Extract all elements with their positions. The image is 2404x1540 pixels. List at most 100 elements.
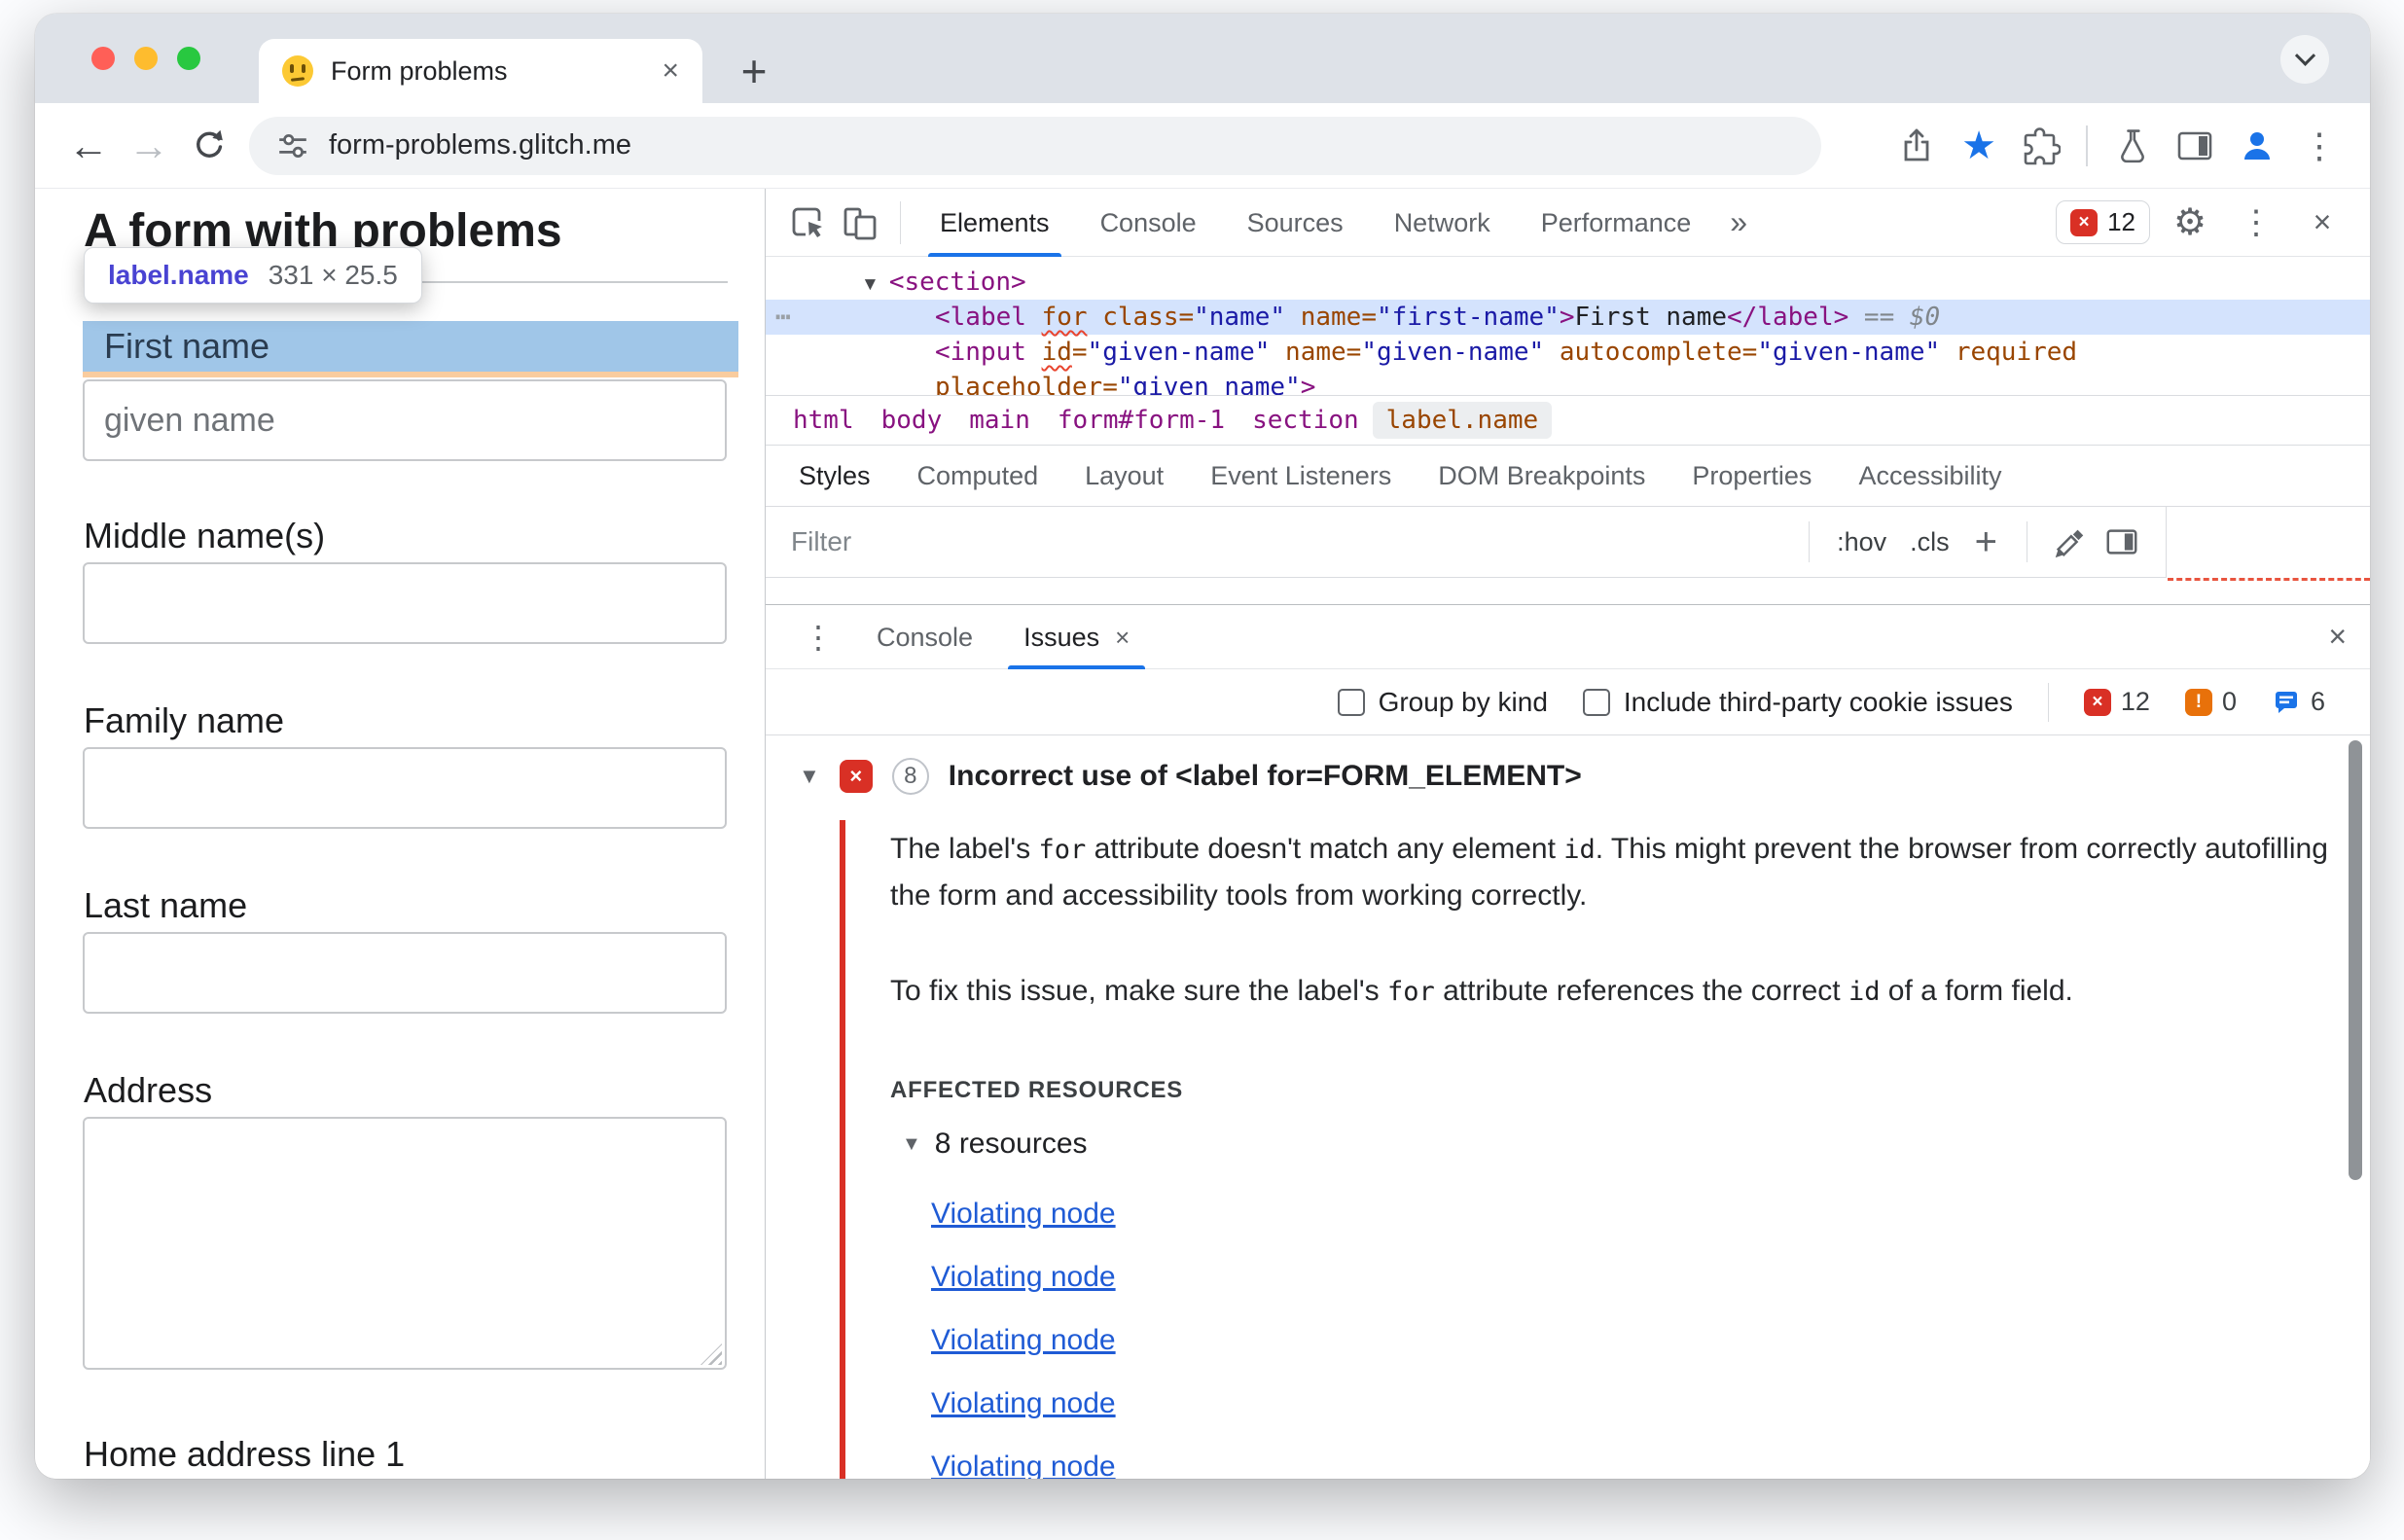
drawer-tab-console[interactable]: Console <box>851 605 998 669</box>
error-icon: × <box>2070 208 2099 236</box>
rendering-emulation-button[interactable] <box>2043 516 2096 568</box>
tab-dom-breakpoints[interactable]: DOM Breakpoints <box>1415 461 1668 491</box>
share-button[interactable] <box>1889 119 1944 173</box>
browser-tab[interactable]: Form problems × <box>259 39 702 103</box>
elements-tree: ▼ <section> ⋯ <label for class="name" nam… <box>766 257 2370 395</box>
issue-occurrence-badge: 8 <box>891 758 929 795</box>
more-tabs-button[interactable]: » <box>1716 204 1761 240</box>
element-classes-button[interactable]: .cls <box>1898 527 1961 557</box>
tree-row-section[interactable]: ▼ <section> <box>766 265 2370 300</box>
devtools-drawer: ⋮ Console Issues × × Group by kind Includ… <box>766 604 2370 1479</box>
given-name-input[interactable] <box>83 379 727 461</box>
tab-properties[interactable]: Properties <box>1668 461 1835 491</box>
breadcrumb-item-html[interactable]: html <box>779 402 868 439</box>
zoom-window-button[interactable] <box>177 47 200 70</box>
tree-row-input-continued[interactable]: placeholder="given name"> <box>766 370 2370 395</box>
tab-console[interactable]: Console <box>1075 189 1222 257</box>
issue-title[interactable]: Incorrect use of <label for=FORM_ELEMENT… <box>949 760 1582 793</box>
browser-window: Form problems × + ← → form-problems.glit… <box>35 14 2370 1479</box>
tab-sources[interactable]: Sources <box>1222 189 1369 257</box>
family-name-input[interactable] <box>83 747 727 829</box>
resources-toggle[interactable]: ▼ 8 resources <box>902 1128 1088 1161</box>
issue-expand-icon[interactable]: ▼ <box>799 764 820 789</box>
back-button[interactable]: ← <box>58 116 119 176</box>
close-issues-tab-icon[interactable]: × <box>1115 605 1130 669</box>
third-party-cookie-checkbox[interactable]: Include third-party cookie issues <box>1582 687 2013 718</box>
violating-node-link[interactable]: Violating node <box>931 1198 1116 1231</box>
message-count: 6 <box>2272 687 2325 717</box>
inspect-margin-highlight <box>83 372 738 377</box>
tab-search-button[interactable] <box>2280 35 2329 84</box>
bookmark-star-icon[interactable]: ★ <box>1952 119 2006 173</box>
violating-node-link[interactable]: Violating node <box>931 1450 1116 1479</box>
breadcrumb-item-label[interactable]: label.name <box>1372 402 1553 439</box>
profile-avatar[interactable] <box>2230 119 2284 173</box>
url-text: form-problems.glitch.me <box>329 129 632 161</box>
filter-divider <box>1809 521 1811 562</box>
expand-arrow-icon[interactable]: ▼ <box>861 274 879 295</box>
issues-counter-button[interactable]: × 12 <box>2056 200 2150 244</box>
drawer-tab-bar: ⋮ Console Issues × × <box>766 605 2370 669</box>
more-actions-icon[interactable]: ⋯ <box>775 300 793 335</box>
middle-name-input[interactable] <box>83 562 727 644</box>
styles-filter-input[interactable] <box>766 526 1794 557</box>
tab-close-icon[interactable]: × <box>662 56 679 86</box>
tab-layout[interactable]: Layout <box>1061 461 1187 491</box>
tab-event-listeners[interactable]: Event Listeners <box>1187 461 1415 491</box>
experiments-button[interactable] <box>2105 119 2160 173</box>
tree-row-input[interactable]: <input id="given-name" name="given-name"… <box>766 335 2370 370</box>
checkbox-icon[interactable] <box>1337 688 1365 716</box>
issues-count: 12 <box>2107 207 2135 236</box>
close-devtools-button[interactable]: × <box>2296 197 2349 249</box>
tab-computed[interactable]: Computed <box>894 461 1062 491</box>
devtools-menu-button[interactable]: ⋮ <box>2230 197 2282 249</box>
drawer-tab-issues[interactable]: Issues × <box>998 605 1155 669</box>
message-bubble-icon <box>2275 691 2297 713</box>
toolbar-divider <box>2047 682 2049 722</box>
address-textarea[interactable] <box>83 1117 727 1370</box>
extensions-button[interactable] <box>2014 119 2068 173</box>
issue-header[interactable]: ▼ × 8 Incorrect use of <label for=FORM_E… <box>799 758 1582 795</box>
violating-node-link[interactable]: Violating node <box>931 1324 1116 1357</box>
browser-toolbar: ← → form-problems.glitch.me ★ ⋮ <box>35 103 2370 189</box>
tab-elements[interactable]: Elements <box>915 189 1075 257</box>
browser-menu-button[interactable]: ⋮ <box>2292 119 2347 173</box>
tab-accessibility[interactable]: Accessibility <box>1835 461 2025 491</box>
last-name-input[interactable] <box>83 932 727 1014</box>
tab-styles[interactable]: Styles <box>775 461 894 491</box>
resources-expand-icon[interactable]: ▼ <box>902 1133 921 1156</box>
checkbox-icon[interactable] <box>1582 688 1610 716</box>
side-panel-button[interactable] <box>2168 119 2222 173</box>
share-icon <box>1904 128 1929 161</box>
drawer-menu-button[interactable]: ⋮ <box>785 619 851 656</box>
tab-performance[interactable]: Performance <box>1516 189 1717 257</box>
close-window-button[interactable] <box>91 47 115 70</box>
breadcrumb-item-main[interactable]: main <box>955 402 1044 439</box>
group-by-kind-checkbox[interactable]: Group by kind <box>1337 687 1548 718</box>
new-style-rule-button[interactable]: + <box>1961 522 2011 561</box>
toggle-element-state-button[interactable]: :hov <box>1825 527 1898 557</box>
brush-icon <box>2055 529 2084 558</box>
devtools-toolbar: Elements Console Sources Network Perform… <box>766 189 2370 257</box>
violating-node-link[interactable]: Violating node <box>931 1387 1116 1420</box>
site-settings-icon[interactable] <box>276 129 309 162</box>
breadcrumb-item-form[interactable]: form#form-1 <box>1044 402 1238 439</box>
sidebar-pane-toggle-button[interactable] <box>2096 516 2148 568</box>
minimize-window-button[interactable] <box>134 47 158 70</box>
violating-node-link[interactable]: Violating node <box>931 1261 1116 1294</box>
issues-list: ▼ × 8 Incorrect use of <label for=FORM_E… <box>766 736 2370 1479</box>
device-toolbar-button[interactable] <box>834 197 886 249</box>
reload-button[interactable] <box>179 116 239 176</box>
tab-network[interactable]: Network <box>1369 189 1516 257</box>
styles-filter-bar: :hov .cls + <box>766 507 2167 578</box>
breadcrumb-item-section[interactable]: section <box>1238 402 1373 439</box>
new-tab-button[interactable]: + <box>728 45 780 97</box>
tree-row-label-selected[interactable]: ⋯ <label for class="name" name="first-na… <box>766 300 2370 335</box>
settings-gear-icon[interactable]: ⚙ <box>2164 197 2216 249</box>
address-bar[interactable]: form-problems.glitch.me <box>249 116 1821 175</box>
breadcrumb-item-body[interactable]: body <box>868 402 956 439</box>
close-drawer-button[interactable]: × <box>2328 619 2347 655</box>
inspect-element-button[interactable] <box>781 197 834 249</box>
forward-button[interactable]: → <box>119 116 179 176</box>
scrollbar-thumb[interactable] <box>2349 740 2362 1180</box>
